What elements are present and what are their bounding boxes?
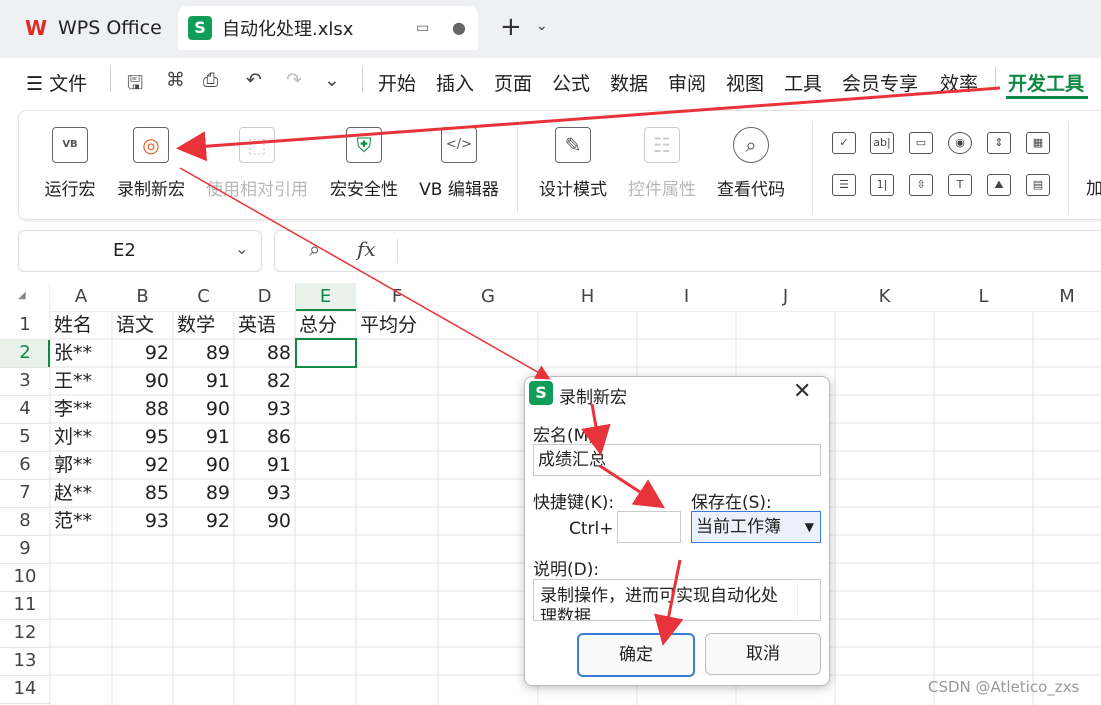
annotation-arrows — [176, 86, 1001, 646]
arrow-to-macro-name — [581, 403, 611, 456]
watermark: CSDN @Atletico_zxs — [928, 678, 1080, 696]
arrow-to-shortcut — [599, 464, 666, 509]
arrow-to-record-macro — [176, 86, 1001, 162]
arrow-to-dialog — [179, 167, 551, 380]
arrow-to-ok — [653, 559, 684, 646]
